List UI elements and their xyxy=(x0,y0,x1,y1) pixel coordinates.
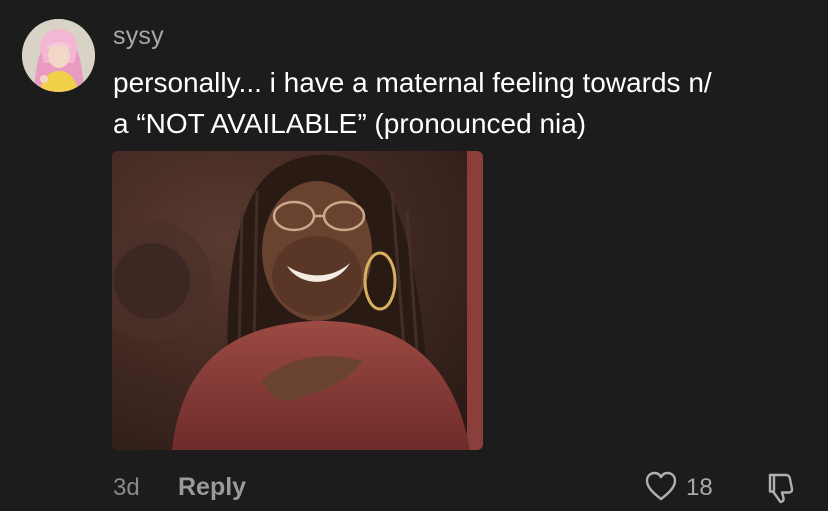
avatar[interactable] xyxy=(22,19,95,92)
comment-text: personally... i have a maternal feeling … xyxy=(113,62,803,144)
heart-icon[interactable] xyxy=(644,470,678,507)
comment: sysy personally... i have a maternal fee… xyxy=(0,0,828,511)
comment-text-line-2: a “NOT AVAILABLE” (pronounced nia) xyxy=(113,108,587,139)
thumbs-down-icon[interactable] xyxy=(762,470,798,506)
reply-button[interactable]: Reply xyxy=(178,473,246,502)
like-button[interactable]: 18 xyxy=(644,470,713,506)
username[interactable]: sysy xyxy=(113,22,164,51)
like-count: 18 xyxy=(686,474,713,501)
comment-image[interactable] xyxy=(112,151,483,450)
comment-timestamp: 3d xyxy=(113,474,140,501)
comment-text-line-1: personally... i have a maternal feeling … xyxy=(113,67,712,98)
